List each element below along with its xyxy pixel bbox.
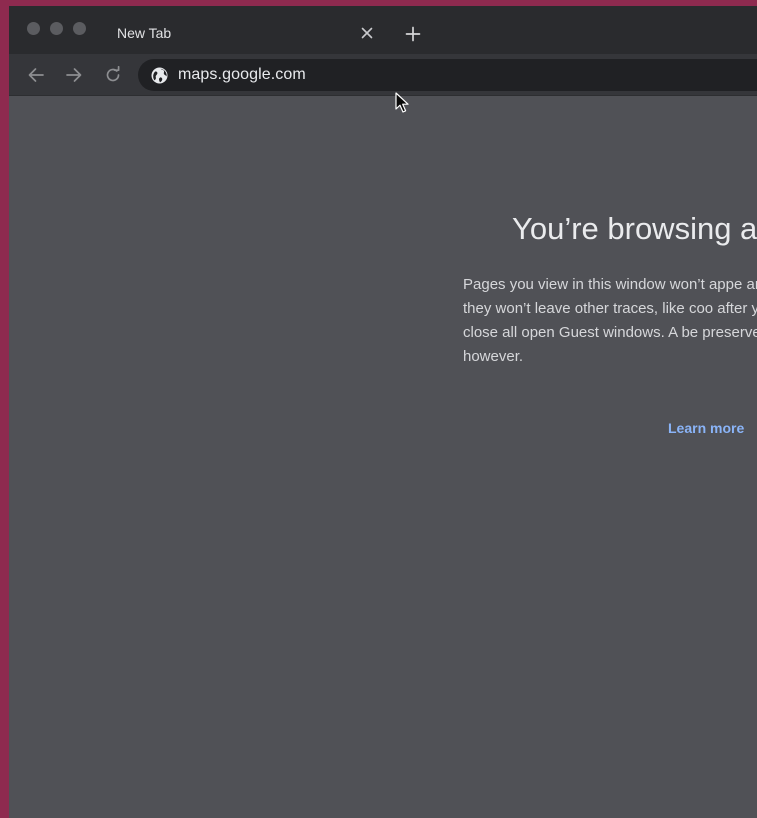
forward-button[interactable] bbox=[62, 63, 86, 87]
tab-strip: New Tab bbox=[9, 6, 757, 54]
arrow-left-icon bbox=[28, 68, 44, 82]
browser-window: New Tab maps.google.com You’re browsing … bbox=[9, 6, 757, 818]
tab-title: New Tab bbox=[117, 25, 172, 41]
guest-description: Pages you view in this window won’t appe… bbox=[463, 276, 757, 365]
tab-new-tab[interactable]: New Tab bbox=[97, 13, 405, 54]
guest-page: You’re browsing a Pages you view in this… bbox=[9, 96, 757, 818]
toolbar: maps.google.com bbox=[9, 54, 757, 96]
plus-icon bbox=[405, 26, 421, 42]
url-text[interactable]: maps.google.com bbox=[178, 66, 306, 84]
arrow-right-icon bbox=[66, 68, 82, 82]
back-button[interactable] bbox=[24, 63, 48, 87]
address-bar[interactable]: maps.google.com bbox=[138, 59, 757, 91]
mouse-pointer-icon bbox=[395, 92, 409, 113]
globe-icon[interactable] bbox=[151, 67, 168, 84]
window-minimize-button[interactable] bbox=[50, 22, 63, 35]
reload-button[interactable] bbox=[101, 63, 125, 87]
reload-icon bbox=[106, 66, 120, 82]
new-tab-button[interactable] bbox=[402, 23, 424, 45]
page-heading: You’re browsing a bbox=[512, 211, 757, 246]
window-zoom-button[interactable] bbox=[73, 22, 86, 35]
close-icon[interactable] bbox=[358, 24, 376, 42]
window-close-button[interactable] bbox=[27, 22, 40, 35]
learn-more-link[interactable]: Learn more bbox=[668, 420, 744, 436]
